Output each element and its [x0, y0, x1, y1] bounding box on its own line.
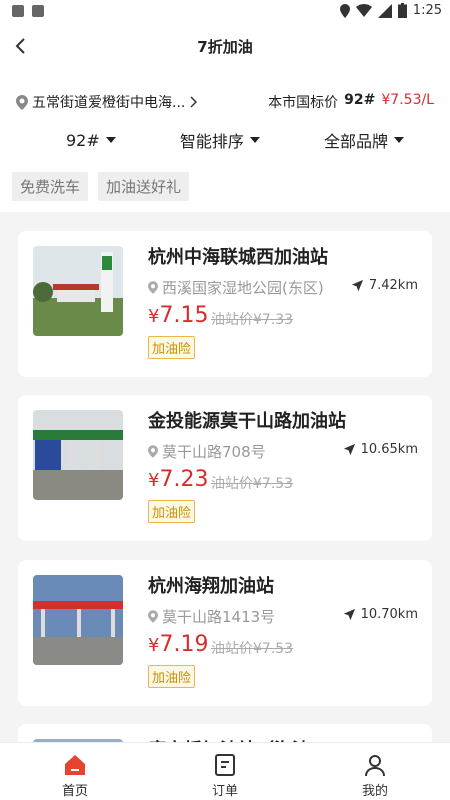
- filter-label: 92#: [66, 130, 100, 150]
- distance-text: 10.70km: [360, 607, 418, 622]
- home-icon: [65, 755, 85, 775]
- caret-down-icon: [105, 137, 116, 143]
- price-value: 7.23: [159, 467, 209, 492]
- user-icon: [365, 755, 385, 777]
- wifi-icon: [355, 4, 372, 17]
- currency: ¥: [148, 470, 160, 491]
- station-address: 莫干山路708号: [148, 441, 328, 462]
- gallery-notification-icon: [12, 5, 24, 17]
- location-pin-icon: [148, 281, 158, 294]
- tag-gift[interactable]: 加油送好礼: [98, 172, 190, 201]
- standard-price: ¥7.53/L: [381, 92, 434, 108]
- station-card[interactable]: 金投能源莫干山路加油站 莫干山路708号 10.65km ¥7.23 油站价¥7…: [18, 395, 432, 541]
- font-notification-icon: [32, 5, 44, 17]
- status-time: 1:25: [412, 3, 442, 18]
- sort-filter[interactable]: 智能排序: [180, 128, 260, 152]
- tag-free-carwash[interactable]: 免费洗车: [12, 172, 89, 201]
- tab-orders[interactable]: 订单: [150, 743, 300, 800]
- signal-icon: [377, 3, 392, 18]
- navigation-arrow-icon: [343, 443, 355, 456]
- station-name: 金投能源莫干山路加油站: [148, 411, 346, 432]
- bottom-tab-bar: 首页 订单 我的: [0, 742, 450, 800]
- station-photo: [33, 246, 123, 336]
- station-address: 西溪国家湿地公园(东区): [148, 277, 328, 298]
- tab-label: 订单: [211, 784, 238, 799]
- discount-price: ¥7.19: [148, 632, 208, 657]
- price-value: 7.19: [159, 632, 209, 657]
- price-label: 本市国标价: [268, 95, 339, 111]
- original-price: 油站价¥7.53: [211, 641, 294, 657]
- station-card[interactable]: 杭州海翔加油站 莫干山路1413号 10.70km ¥7.19 油站价¥7.53…: [18, 560, 432, 706]
- discount-price: ¥7.15: [148, 303, 208, 328]
- station-photo: [33, 410, 123, 500]
- tag-list: 免费洗车 加油送好礼: [12, 172, 190, 201]
- filter-bar: 92# 智能排序 全部品牌: [0, 128, 450, 152]
- address-text: 莫干山路708号: [162, 443, 266, 461]
- station-distance: 7.42km: [351, 278, 418, 293]
- price-value: 7.15: [159, 303, 209, 328]
- station-photo: [33, 575, 123, 665]
- station-distance: 10.65km: [343, 442, 418, 457]
- tab-profile[interactable]: 我的: [300, 743, 450, 800]
- station-distance: 10.70km: [343, 607, 418, 622]
- location-pin-icon: [148, 610, 158, 623]
- header: 7折加油 五常街道爱橙街中电海... 本市国标价 92# ¥7.53/L 92#…: [0, 24, 450, 212]
- location-status-icon: [339, 3, 350, 18]
- discount-price: ¥7.23: [148, 467, 208, 492]
- order-icon: [215, 754, 235, 776]
- page-title: 7折加油: [197, 38, 253, 56]
- distance-text: 7.42km: [368, 278, 418, 293]
- location-text: 五常街道爱橙街中电海...: [32, 95, 186, 111]
- filter-label: 全部品牌: [323, 132, 388, 151]
- currency: ¥: [148, 306, 160, 327]
- caret-down-icon: [249, 137, 260, 143]
- status-bar: 1:25: [0, 0, 450, 24]
- station-address: 莫干山路1413号: [148, 606, 328, 627]
- tab-label: 首页: [61, 784, 88, 799]
- currency: ¥: [148, 635, 160, 656]
- tab-label: 我的: [361, 784, 388, 799]
- original-price: 油站价¥7.53: [211, 476, 294, 492]
- tab-home[interactable]: 首页: [0, 743, 150, 800]
- insurance-badge: 加油险: [148, 665, 196, 688]
- original-price: 油站价¥7.33: [211, 312, 294, 328]
- brand-filter[interactable]: 全部品牌: [324, 128, 404, 152]
- address-text: 莫干山路1413号: [162, 608, 276, 626]
- location-selector[interactable]: 五常街道爱橙街中电海...: [16, 92, 198, 112]
- station-card[interactable]: 杭州中海联城西加油站 西溪国家湿地公园(东区) 7.42km ¥7.15 油站价…: [18, 231, 432, 377]
- chevron-right-icon: [190, 96, 198, 108]
- city-price-info: 本市国标价 92# ¥7.53/L: [268, 92, 434, 112]
- filter-label: 智能排序: [179, 132, 244, 151]
- fuel-code: 92#: [344, 92, 376, 108]
- battery-icon: [397, 3, 407, 18]
- fuel-type-filter[interactable]: 92#: [66, 128, 116, 152]
- address-text: 西溪国家湿地公园(东区): [162, 279, 324, 297]
- caret-down-icon: [393, 137, 404, 143]
- location-pin-icon: [16, 94, 28, 110]
- insurance-badge: 加油险: [148, 336, 196, 359]
- location-pin-icon: [148, 445, 158, 458]
- navigation-arrow-icon: [351, 279, 363, 292]
- navigation-arrow-icon: [343, 608, 355, 621]
- station-name: 杭州中海联城西加油站: [148, 247, 328, 268]
- distance-text: 10.65km: [360, 442, 418, 457]
- station-name: 杭州海翔加油站: [148, 576, 274, 597]
- insurance-badge: 加油险: [148, 500, 196, 523]
